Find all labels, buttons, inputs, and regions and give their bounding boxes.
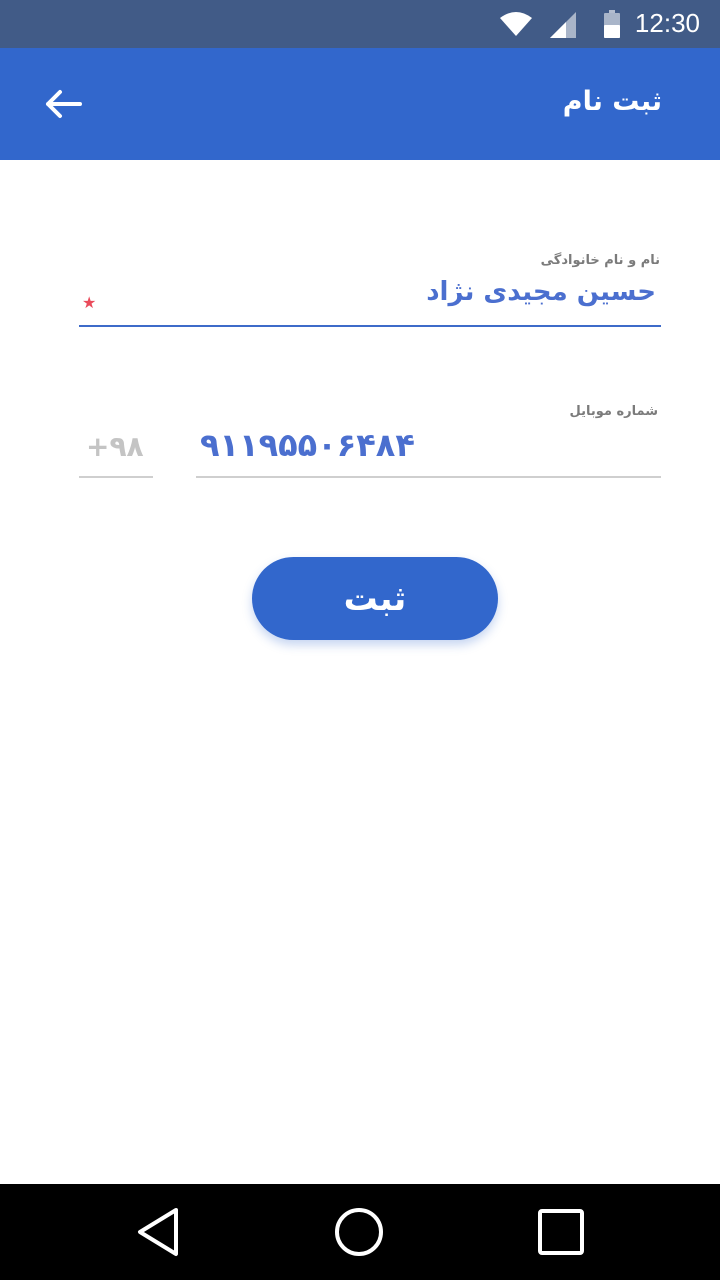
mobile-field-value[interactable]: ۹۱۱۹۵۵۰۶۴۸۴: [200, 426, 415, 464]
required-star-icon: ★: [82, 293, 97, 312]
name-field-label: نام و نام خانوادگی: [540, 253, 660, 268]
wifi-icon: [500, 12, 532, 36]
page-title: ثبت نام: [562, 86, 662, 117]
submit-button[interactable]: ثبت: [252, 557, 498, 640]
status-time: 12:30: [634, 8, 700, 38]
mobile-field-label: شماره موبایل: [569, 404, 658, 419]
back-triangle-icon[interactable]: [132, 1206, 184, 1258]
battery-icon: [604, 10, 620, 38]
name-field-underline: [79, 325, 661, 327]
submit-button-label: ثبت: [343, 578, 407, 619]
mobile-field-underline: [196, 476, 661, 478]
app-bar: ثبت نام: [0, 48, 720, 160]
arrow-left-icon[interactable]: [40, 84, 88, 124]
navigation-bar: [0, 1184, 720, 1280]
name-field-value[interactable]: حسین مجیدی نژاد: [426, 277, 656, 307]
recents-square-icon[interactable]: [535, 1206, 587, 1258]
home-circle-icon[interactable]: [333, 1206, 385, 1258]
country-code-underline: [79, 476, 153, 478]
registration-screen: 12:30 ثبت نام نام و نام خانوادگی حسین مج…: [0, 0, 720, 1280]
country-code-value[interactable]: +۹۸: [86, 430, 144, 463]
status-bar: 12:30: [0, 0, 720, 48]
cell-signal-icon: [550, 12, 576, 38]
